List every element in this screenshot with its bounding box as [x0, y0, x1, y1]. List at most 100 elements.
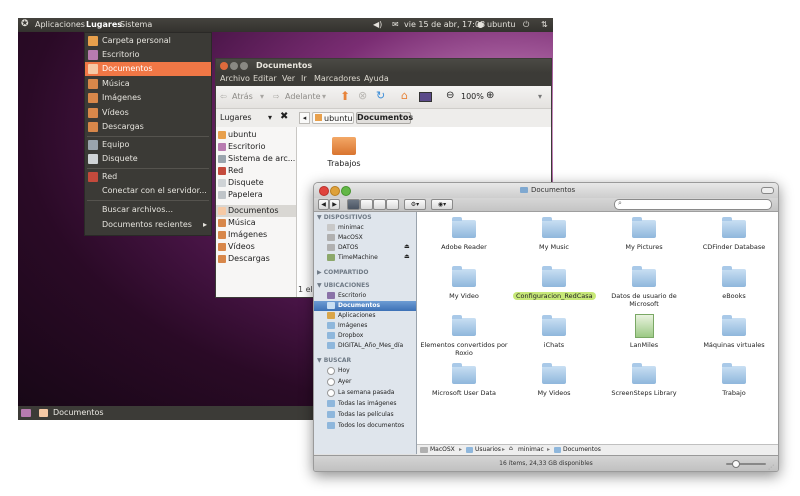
- places-selector[interactable]: Lugares: [220, 113, 252, 122]
- power-icon[interactable]: ⏻: [523, 20, 529, 30]
- nautilus-titlebar[interactable]: Documentos: [216, 59, 551, 73]
- path-item-documentos[interactable]: Documentos: [563, 446, 601, 453]
- sidebar-section-devices[interactable]: ▼ DISPOSITIVOS: [317, 214, 372, 221]
- forward-icon[interactable]: ▶: [329, 199, 340, 210]
- menu-ver[interactable]: Ver: [282, 74, 295, 83]
- chevron-down-icon[interactable]: ▾: [538, 92, 542, 101]
- sidebar-item-datos[interactable]: DATOS ⏏: [314, 243, 416, 253]
- chevron-down-icon[interactable]: ▾: [268, 113, 272, 122]
- sidebar-item-timemachine[interactable]: TimeMachine ⏏: [314, 253, 416, 263]
- sidebar-item-imagenes[interactable]: Imágenes: [314, 321, 416, 331]
- sidebar-item-ubuntu[interactable]: ubuntu: [216, 129, 296, 141]
- folder-item[interactable]: Adobe Reader: [419, 216, 509, 262]
- folder-item[interactable]: Elementos convertidos por Roxio: [419, 314, 509, 360]
- sidebar-item-todas-imagenes[interactable]: Todas las imágenes: [314, 399, 416, 409]
- slider-thumb[interactable]: [732, 460, 740, 468]
- places-menu-item-documents[interactable]: Documentos: [85, 62, 211, 76]
- network-status-icon[interactable]: ⇅: [541, 20, 548, 29]
- menu-applications[interactable]: Aplicaciones: [35, 20, 85, 29]
- list-view-button[interactable]: [360, 199, 373, 210]
- eye-icon[interactable]: ◉▾: [431, 199, 453, 210]
- ubuntu-logo-icon[interactable]: ✪: [21, 19, 29, 29]
- sidebar-item-papelera[interactable]: Papelera: [216, 189, 296, 201]
- zoom-icon[interactable]: [341, 186, 351, 196]
- sidebar-section-places[interactable]: ▼ UBICACIONES: [317, 282, 370, 289]
- chevron-down-icon[interactable]: ▾: [322, 92, 326, 101]
- menu-ir[interactable]: Ir: [301, 74, 307, 83]
- places-menu-item-connect-server[interactable]: Conectar con el servidor...: [85, 184, 211, 198]
- file-item-trabajos[interactable]: Trabajos: [327, 135, 361, 173]
- sidebar-item-musica[interactable]: Música: [216, 217, 296, 229]
- path-item-macosx[interactable]: MacOSX: [430, 446, 455, 453]
- breadcrumb-documentos[interactable]: Documentos: [356, 112, 413, 124]
- mail-icon[interactable]: ✉: [392, 20, 399, 29]
- show-desktop-icon[interactable]: [21, 409, 31, 417]
- menu-editar[interactable]: Editar: [253, 74, 277, 83]
- sidebar-item-ayer[interactable]: Ayer: [314, 377, 416, 387]
- places-menu-item-floppy[interactable]: Disquete: [85, 152, 211, 166]
- folder-item[interactable]: Datos de usuario de Microsoft: [599, 265, 689, 311]
- home-icon[interactable]: ⌂: [401, 89, 408, 102]
- sidebar-item-digital[interactable]: DIGITAL_Año_Mes_día: [314, 341, 416, 351]
- folder-item[interactable]: My Music: [509, 216, 599, 262]
- taskbar-item-documentos[interactable]: Documentos: [53, 408, 104, 417]
- folder-item-configuracion-redcasa[interactable]: Configuracion_RedCasa: [509, 265, 599, 311]
- sidebar-item-todos-documentos[interactable]: Todos los documentos: [314, 421, 416, 431]
- folder-item[interactable]: Microsoft User Data: [419, 362, 509, 408]
- folder-item[interactable]: CDFinder Database: [689, 216, 778, 262]
- menu-system[interactable]: Sistema: [120, 20, 152, 29]
- back-button[interactable]: Atrás: [232, 92, 253, 101]
- search-input[interactable]: ⌕: [614, 199, 772, 210]
- folder-item[interactable]: My Video: [419, 265, 509, 311]
- user-name[interactable]: ubuntu: [487, 20, 516, 29]
- sidebar-item-documentos[interactable]: Documentos: [314, 301, 416, 311]
- places-menu-item-search-files[interactable]: Buscar archivos...: [85, 203, 211, 217]
- chevron-down-icon[interactable]: ▾: [260, 92, 264, 101]
- menu-places[interactable]: Lugares: [86, 20, 122, 29]
- chevron-left-icon[interactable]: ◂: [299, 112, 310, 124]
- file-item-lanmiles[interactable]: LanMiles: [599, 314, 689, 360]
- places-menu-item-desktop[interactable]: Escritorio: [85, 48, 211, 62]
- places-menu-item-downloads[interactable]: Descargas: [85, 120, 211, 134]
- breadcrumb-ubuntu[interactable]: ubuntu: [312, 112, 354, 124]
- folder-item[interactable]: eBooks: [689, 265, 778, 311]
- places-menu-item-pictures[interactable]: Imágenes: [85, 91, 211, 105]
- folder-item[interactable]: iChats: [509, 314, 599, 360]
- folder-item[interactable]: My Pictures: [599, 216, 689, 262]
- sidebar-item-macosx[interactable]: MacOSX: [314, 233, 416, 243]
- menu-ayuda[interactable]: Ayuda: [364, 74, 389, 83]
- column-view-button[interactable]: [373, 199, 386, 210]
- sidebar-item-documentos[interactable]: Documentos: [216, 205, 296, 217]
- finder-titlebar[interactable]: Documentos: [314, 183, 778, 198]
- sidebar-item-videos[interactable]: Vídeos: [216, 241, 296, 253]
- menu-archivo[interactable]: Archivo: [220, 74, 250, 83]
- sidebar-item-dropbox[interactable]: Dropbox: [314, 331, 416, 341]
- places-menu-item-network[interactable]: Red: [85, 170, 211, 184]
- gear-icon[interactable]: ⚙▾: [404, 199, 426, 210]
- sidebar-item-descargas[interactable]: Descargas: [216, 253, 296, 265]
- toolbar-toggle-icon[interactable]: [761, 187, 774, 194]
- eject-icon[interactable]: ⏏: [404, 253, 410, 260]
- close-icon[interactable]: [220, 62, 228, 70]
- folder-item[interactable]: Trabajo: [689, 362, 778, 408]
- places-menu-item-computer[interactable]: Equipo: [85, 138, 211, 152]
- menu-marcadores[interactable]: Marcadores: [314, 74, 360, 83]
- maximize-icon[interactable]: [240, 62, 248, 70]
- eject-icon[interactable]: ⏏: [404, 243, 410, 250]
- computer-icon[interactable]: [419, 92, 432, 102]
- folder-item[interactable]: My Videos: [509, 362, 599, 408]
- sidebar-item-filesystem[interactable]: Sistema de arc...: [216, 153, 296, 165]
- places-menu-item-recent-documents[interactable]: Documentos recientes ▸: [85, 218, 211, 232]
- path-item-minimac[interactable]: minimac: [518, 446, 544, 453]
- sidebar-item-imagenes[interactable]: Imágenes: [216, 229, 296, 241]
- sidebar-item-escritorio[interactable]: Escritorio: [314, 291, 416, 301]
- back-icon[interactable]: ◀: [318, 199, 329, 210]
- sidebar-section-search[interactable]: ▼ BUSCAR: [317, 357, 351, 364]
- places-menu-item-home[interactable]: Carpeta personal: [85, 34, 211, 48]
- sidebar-item-minimac[interactable]: minimac: [314, 223, 416, 233]
- reload-icon[interactable]: ↻: [376, 89, 385, 102]
- zoom-out-icon[interactable]: ⊖: [446, 90, 454, 101]
- sidebar-item-aplicaciones[interactable]: Aplicaciones: [314, 311, 416, 321]
- volume-icon[interactable]: ◀): [373, 20, 382, 29]
- close-icon[interactable]: [319, 186, 329, 196]
